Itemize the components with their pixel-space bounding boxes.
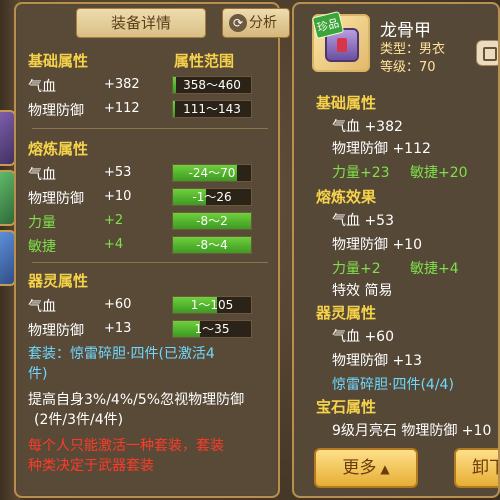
base-attributes-header: 基础属性 [316, 94, 377, 112]
more-label: 更多 [342, 458, 377, 478]
unequip-label: 卸下 [472, 458, 498, 478]
equipment-detail-panel: 装备详情 ⟳ 分析 基础属性 属性范围 气血 +382 358～460 物理防御 … [14, 2, 290, 498]
suit-description: 提高自身3%/4%/5%忽视物理防御 [28, 392, 245, 408]
spirit-def-value: +13 [104, 321, 132, 336]
item-tooltip-panel: 珍品 龙骨甲 类型：男衣 等级：70 基础属性 气血 +382 物理防御 +11… [292, 2, 500, 498]
spirit-def-range-bar: 1～35 [172, 320, 252, 338]
base-attributes-header: 基础属性 [28, 52, 89, 70]
spirit-hp-range: 1～105 [190, 298, 234, 312]
refresh-icon: ⟳ [229, 14, 247, 32]
divider [32, 128, 268, 129]
refine-agi-range: -8～4 [196, 238, 228, 252]
spirit-hp-range-bar: 1～105 [172, 296, 252, 314]
analyze-label: 分析 [249, 15, 277, 31]
unequip-button[interactable]: 卸下 [454, 448, 498, 488]
spirit-def-range: 1～35 [194, 322, 230, 336]
refine-agi-label: 敏捷 [28, 239, 56, 255]
spirit-attributes-header: 器灵属性 [28, 272, 89, 290]
refine-str-label: 力量 [28, 215, 56, 231]
refine-agi-range-bar: -8～4 [172, 236, 252, 254]
refine-def-range: -1～26 [192, 190, 232, 204]
base-def: 物理防御 +112 [332, 141, 431, 157]
spirit-hp-value: +60 [104, 297, 132, 312]
item-type: 类型：男衣 [380, 42, 446, 57]
suit-description-cont: (2件/3件/4件) [34, 412, 124, 428]
attribute-range-header: 属性范围 [174, 52, 235, 70]
refine-attributes-header: 熔炼属性 [28, 140, 89, 158]
chevron-up-icon: ▲ [380, 462, 390, 476]
gem-line: 9级月亮石 物理防御 +10 [332, 423, 492, 439]
refine-str-range: -8～2 [196, 214, 228, 228]
refine-def-value: +10 [104, 189, 132, 204]
refine-def-range-bar: -1～26 [172, 188, 252, 206]
refine-hp: 气血 +53 [332, 213, 394, 229]
base-hp-range: 358～460 [183, 78, 241, 92]
spirit-attributes-header: 器灵属性 [316, 304, 377, 322]
analyze-button[interactable]: ⟳ 分析 [222, 8, 290, 38]
suit-warning-cont: 种类决定于武器套装 [28, 458, 154, 474]
more-button[interactable]: 更多 ▲ [314, 448, 418, 488]
divider [32, 262, 268, 263]
spirit-hp: 气血 +60 [332, 329, 394, 345]
special-effect: 特效 简易 [332, 283, 393, 299]
base-hp-value: +382 [104, 77, 140, 92]
spirit-hp-label: 气血 [28, 299, 56, 315]
refine-effect-header: 熔炼效果 [316, 188, 377, 206]
refine-hp-range: -24～70 [188, 166, 236, 180]
base-str: 力量+23 [332, 165, 390, 181]
panel-title: 装备详情 [76, 8, 206, 38]
refine-str-range-bar: -8～2 [172, 212, 252, 230]
base-def-value: +112 [104, 101, 140, 116]
suit-warning: 每个人只能激活一种套装，套装 [28, 438, 224, 454]
base-agi: 敏捷+20 [410, 165, 468, 181]
refine-def: 物理防御 +10 [332, 237, 422, 253]
refine-hp-value: +53 [104, 165, 132, 180]
base-hp-range-bar: 358～460 [172, 76, 252, 94]
refine-hp-label: 气血 [28, 167, 56, 183]
base-hp-label: 气血 [28, 79, 56, 95]
refine-hp-range-bar: -24～70 [172, 164, 252, 182]
gem-attributes-header: 宝石属性 [316, 398, 377, 416]
refine-def-label: 物理防御 [28, 191, 84, 207]
base-hp: 气血 +382 [332, 119, 403, 135]
suit-line-cont: 件) [28, 366, 48, 382]
refine-agi: 敏捷+4 [410, 261, 459, 277]
suit-name: 惊雷碎胆·四件(4/4) [332, 377, 454, 393]
base-def-label: 物理防御 [28, 103, 84, 119]
base-def-range-bar: 111～143 [172, 100, 252, 118]
refine-agi-value: +4 [104, 237, 124, 252]
refine-str: 力量+2 [332, 261, 381, 277]
base-def-range: 111～143 [183, 102, 241, 116]
spirit-def: 物理防御 +13 [332, 353, 422, 369]
refine-str-value: +2 [104, 213, 124, 228]
item-level: 等级：70 [380, 60, 436, 75]
share-icon[interactable] [476, 40, 498, 66]
suit-line: 套装：惊雷碎胆·四件(已激活4 [28, 346, 215, 362]
spirit-def-label: 物理防御 [28, 323, 84, 339]
